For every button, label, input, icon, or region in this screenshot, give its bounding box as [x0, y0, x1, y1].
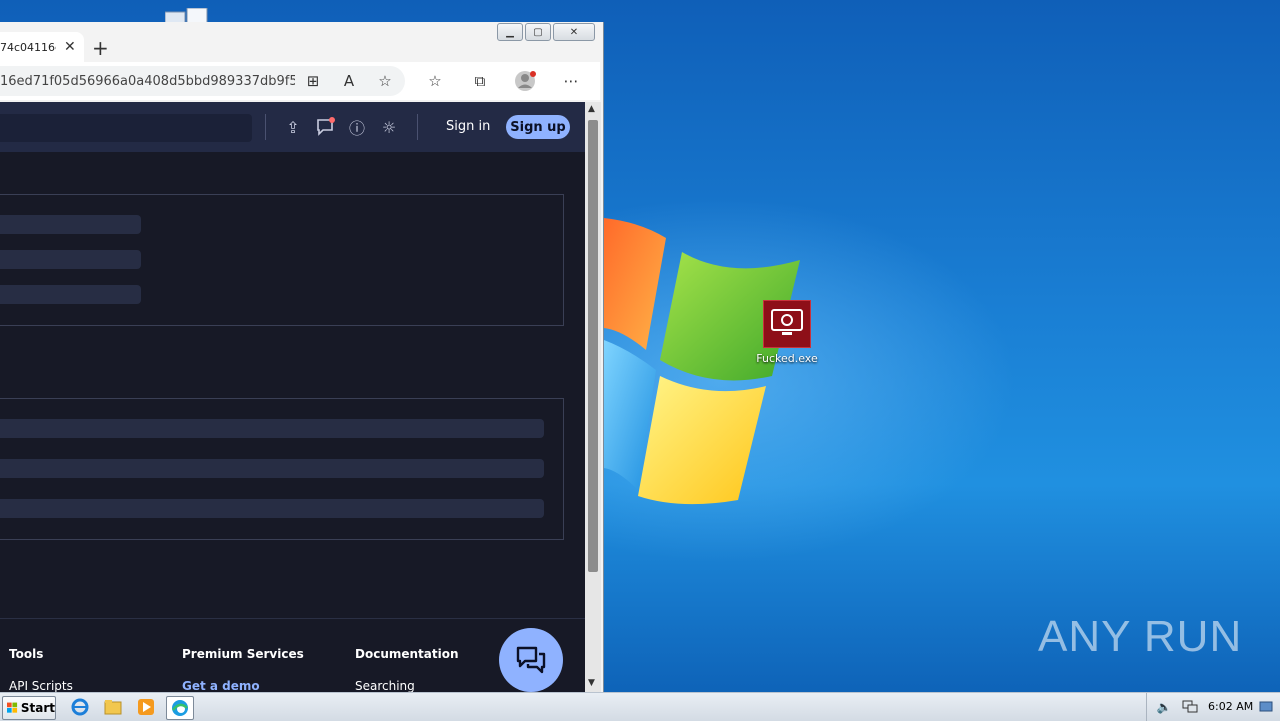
skeleton-line	[0, 285, 141, 304]
loading-card	[0, 194, 564, 326]
tab-title: 74c04116e	[0, 40, 56, 54]
sign-in-link[interactable]: Sign in	[446, 119, 490, 134]
upload-icon[interactable]: ⇪	[282, 116, 304, 138]
new-tab-button[interactable]: +	[92, 36, 109, 60]
vertical-scrollbar[interactable]: ▲ ▼	[585, 102, 601, 692]
read-aloud-icon[interactable]: A	[338, 70, 360, 92]
theme-toggle-icon[interactable]: ☼	[378, 116, 400, 138]
media-player-icon[interactable]	[133, 696, 159, 718]
loading-card	[0, 398, 564, 540]
volume-icon[interactable]: 🔈	[1151, 696, 1177, 718]
url-text: 16ed71f05d56966a0a408d5bbd989337db9f5...	[0, 73, 295, 89]
apps-icon[interactable]: ⊞	[302, 70, 324, 92]
desktop-file-icon[interactable]: Fucked.exe	[752, 300, 822, 365]
tab-strip: 74c04116e ✕ +	[0, 30, 600, 62]
close-tab-icon[interactable]: ✕	[64, 39, 76, 55]
scroll-down-icon[interactable]: ▼	[588, 678, 595, 688]
site-header: ⇪ ⓘ ☼ Sign in Sign up	[0, 102, 585, 152]
scroll-up-icon[interactable]: ▲	[588, 104, 595, 114]
header-divider	[265, 114, 266, 140]
skeleton-line	[0, 215, 141, 234]
site-footer: Tools API Scripts Premium Services Get a…	[0, 618, 585, 692]
watermark: ANY RUN	[1038, 612, 1242, 662]
internet-explorer-icon[interactable]	[67, 696, 93, 718]
footer-link-api-scripts[interactable]: API Scripts	[9, 679, 73, 692]
header-divider	[417, 114, 418, 140]
sign-up-button[interactable]: Sign up	[506, 115, 570, 139]
watermark-text: ANY RUN	[1038, 612, 1243, 661]
file-explorer-icon[interactable]	[100, 696, 126, 718]
skeleton-line	[0, 419, 544, 438]
footer-link-get-demo[interactable]: Get a demo	[182, 679, 260, 692]
show-desktop-icon[interactable]	[1254, 696, 1278, 718]
edge-taskbar-button[interactable]	[166, 696, 194, 720]
more-options-icon[interactable]: ⋯	[560, 70, 582, 92]
scrollbar-thumb[interactable]	[588, 120, 598, 572]
skeleton-line	[0, 499, 544, 518]
help-icon[interactable]: ⓘ	[346, 116, 368, 138]
network-icon[interactable]	[1177, 696, 1203, 718]
add-favorite-icon[interactable]: ☆	[374, 70, 396, 92]
collections-icon[interactable]: ⧉	[469, 70, 491, 92]
notifications-icon[interactable]	[314, 116, 336, 138]
browser-toolbar: 16ed71f05d56966a0a408d5bbd989337db9f5...…	[0, 62, 600, 100]
footer-heading-tools: Tools	[9, 647, 44, 661]
monitor-icon	[763, 300, 811, 348]
clock[interactable]: 6:02 AM	[1208, 700, 1253, 713]
footer-heading-documentation: Documentation	[355, 647, 459, 661]
search-input[interactable]	[0, 114, 252, 142]
skeleton-line	[0, 459, 544, 478]
start-button[interactable]: Start	[2, 696, 56, 720]
taskbar: Start 🔈 6:02 AM	[0, 692, 1280, 721]
chat-button[interactable]	[499, 628, 563, 692]
footer-link-searching[interactable]: Searching	[355, 679, 415, 692]
desktop-file-label: Fucked.exe	[756, 352, 818, 365]
browser-window: ▁ ▢ ✕ 74c04116e ✕ + 16ed71f05d56966a0a40…	[0, 22, 604, 692]
favorites-icon[interactable]: ☆	[424, 70, 446, 92]
footer-heading-premium: Premium Services	[182, 647, 304, 661]
skeleton-line	[0, 250, 141, 269]
start-label: Start	[20, 701, 55, 715]
profile-avatar-icon[interactable]	[514, 70, 536, 92]
web-page: ⇪ ⓘ ☼ Sign in Sign up Tools API Scripts …	[0, 102, 585, 692]
browser-tab[interactable]: 74c04116e ✕	[0, 32, 84, 62]
windows-flag-icon	[7, 702, 18, 713]
chat-icon	[516, 646, 546, 674]
